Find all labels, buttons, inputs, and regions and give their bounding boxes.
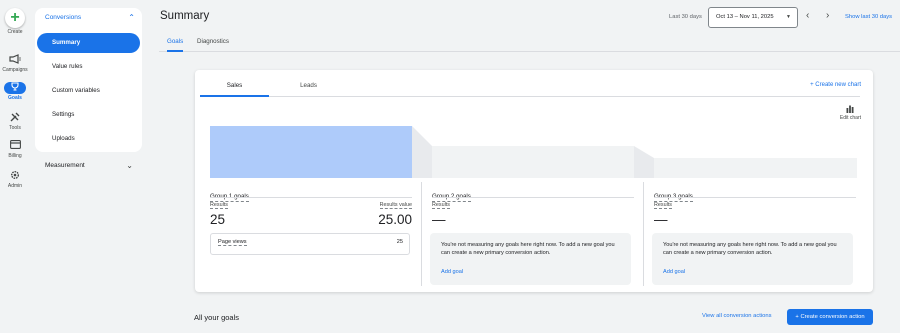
page-title: Summary xyxy=(160,10,210,22)
campaigns-nav-item[interactable]: Campaigns xyxy=(0,54,30,73)
results-label: Results xyxy=(432,202,450,209)
no-goals-text: You're not measuring any goals here righ… xyxy=(663,242,837,256)
divider xyxy=(432,197,634,198)
billing-nav-item[interactable]: Billing xyxy=(0,140,30,159)
results-count: — xyxy=(654,212,668,227)
page-views-value: 25 xyxy=(396,239,403,245)
credit-card-icon xyxy=(7,140,23,152)
conversions-section-label: Conversions xyxy=(45,14,82,21)
edit-chart-label: Edit chart xyxy=(839,115,861,121)
funnel-bar-group-3 xyxy=(654,158,857,178)
plus-icon: + xyxy=(795,314,799,320)
all-goals-heading: All your goals xyxy=(194,313,240,322)
group-separator xyxy=(421,182,422,286)
results-count: — xyxy=(432,212,446,227)
subnav-item-uploads[interactable]: Uploads xyxy=(37,129,140,149)
add-goal-link[interactable]: Add goal xyxy=(441,268,463,276)
divider xyxy=(210,197,412,198)
results-value-label: Results value xyxy=(379,202,412,209)
divider xyxy=(654,197,856,198)
group-3-panel: Group 3 goals Results — You're not measu… xyxy=(652,185,856,285)
measurement-label: Measurement xyxy=(45,162,85,169)
create-conversion-action-button[interactable]: + Create conversion action xyxy=(787,309,873,325)
no-goals-message: You're not measuring any goals here righ… xyxy=(430,233,631,285)
tools-nav-item[interactable]: Tools xyxy=(0,112,30,131)
tab-diagnostics[interactable]: Diagnostics xyxy=(197,38,229,52)
add-goal-link[interactable]: Add goal xyxy=(663,268,685,276)
no-goals-text: You're not measuring any goals here righ… xyxy=(441,242,615,256)
chevron-down-icon: ⌄ xyxy=(126,161,133,170)
next-period-button[interactable]: › xyxy=(826,10,829,21)
billing-label: Billing xyxy=(8,153,22,159)
show-last-30-days-link[interactable]: Show last 30 days xyxy=(845,14,892,20)
group-1-panel: Group 1 goals Results Results value 25 2… xyxy=(210,185,412,255)
subnav-item-value-rules[interactable]: Value rules xyxy=(37,57,140,77)
megaphone-icon xyxy=(7,54,23,66)
page-views-row: Page views 25 xyxy=(210,233,410,255)
funnel-connector-1 xyxy=(412,126,432,178)
page-tabs: Goals Diagnostics xyxy=(159,34,900,52)
chevron-up-icon: ⌃ xyxy=(128,13,135,22)
create-conversion-action-label: Create conversion action xyxy=(800,314,865,320)
conversions-section-toggle[interactable]: Conversions ⌃ xyxy=(45,13,135,26)
admin-label: Admin xyxy=(7,183,23,189)
create-new-chart-label: Create new chart xyxy=(815,82,861,88)
campaigns-label: Campaigns xyxy=(2,67,28,73)
plus-icon: + xyxy=(5,8,25,28)
tools-label: Tools xyxy=(9,125,21,131)
tools-icon xyxy=(7,112,23,124)
results-label: Results xyxy=(210,202,228,209)
measurement-section-toggle[interactable]: Measurement ⌄ xyxy=(45,161,133,170)
goals-summary-card: Sales Leads + Create new chart Edit char… xyxy=(195,70,873,292)
conversions-subnav: Conversions ⌃ Summary Value rules Custom… xyxy=(35,8,142,152)
subnav-item-custom-variables[interactable]: Custom variables xyxy=(37,81,140,101)
card-tabs: Sales Leads xyxy=(200,78,860,97)
group-2-panel: Group 2 goals Results — You're not measu… xyxy=(430,185,634,285)
goals-label: Goals xyxy=(8,95,22,101)
funnel-bar-group-2 xyxy=(432,146,634,178)
tab-goals[interactable]: Goals xyxy=(167,38,184,52)
edit-chart-button[interactable]: Edit chart xyxy=(840,105,861,121)
date-range-picker[interactable]: Oct 13 – Nov 11, 2025 ▼ xyxy=(708,7,798,28)
dropdown-arrow-icon: ▼ xyxy=(786,14,791,20)
create-new-chart-link[interactable]: + Create new chart xyxy=(810,82,861,88)
previous-period-button[interactable]: ‹ xyxy=(806,10,809,21)
results-count: 25 xyxy=(210,212,226,227)
bar-chart-icon xyxy=(840,105,861,115)
page-views-label: Page views xyxy=(218,239,247,246)
admin-nav-item[interactable]: Admin xyxy=(0,170,30,189)
create-nav-item[interactable]: + Create xyxy=(0,8,30,35)
goals-nav-item[interactable]: Goals xyxy=(0,82,30,101)
subnav-item-settings[interactable]: Settings xyxy=(37,105,140,125)
tab-leads[interactable]: Leads xyxy=(274,82,343,97)
subnav-item-summary[interactable]: Summary xyxy=(37,33,140,53)
gear-icon xyxy=(7,170,23,182)
create-label: Create xyxy=(7,29,23,35)
plus-icon: + xyxy=(810,82,814,88)
funnel-bar-group-1 xyxy=(210,126,412,178)
trophy-icon xyxy=(4,82,26,94)
left-rail: + Create Campaigns Goals Tools Billing A… xyxy=(0,0,30,333)
date-range-label: Last 30 days xyxy=(669,14,702,20)
view-all-conversion-actions-link[interactable]: View all conversion actions xyxy=(702,313,772,319)
tab-sales[interactable]: Sales xyxy=(200,82,269,97)
funnel-connector-2 xyxy=(634,146,654,178)
goals-funnel-chart xyxy=(210,126,857,178)
group-separator xyxy=(643,182,644,286)
results-value-amount: 25.00 xyxy=(378,212,412,227)
no-goals-message: You're not measuring any goals here righ… xyxy=(652,233,853,285)
results-label: Results xyxy=(654,202,672,209)
date-range-value: Oct 13 – Nov 11, 2025 xyxy=(716,14,774,20)
